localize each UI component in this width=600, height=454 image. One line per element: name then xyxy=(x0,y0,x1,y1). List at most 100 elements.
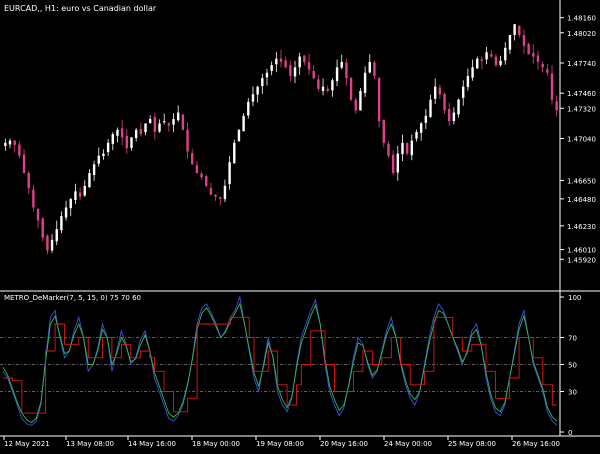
y-tick-label: 1.46010 xyxy=(567,247,596,255)
candle-body xyxy=(522,35,526,46)
candle-body xyxy=(116,129,119,136)
y-tick-label: 1.48020 xyxy=(567,30,596,38)
candle-body xyxy=(88,173,91,188)
y-tick-label: 1.48160 xyxy=(567,15,596,23)
candle-body xyxy=(78,192,82,197)
candle-body xyxy=(340,61,343,68)
candle-body xyxy=(186,129,189,152)
candle-body xyxy=(471,67,474,78)
ind-y-tick-label: 100 xyxy=(568,294,581,302)
candle-body xyxy=(419,123,423,133)
indicator-title: METRO_DeMarker(7, 5, 15, 0) 75 70 60 xyxy=(4,294,141,302)
candle-body xyxy=(387,143,390,156)
candle-body xyxy=(270,65,273,72)
candle-body xyxy=(8,140,12,145)
candle-body xyxy=(499,60,502,66)
candle-body xyxy=(410,140,414,156)
x-tick-label: 24 May 00:00 xyxy=(384,440,432,448)
candle-body xyxy=(148,119,152,124)
candle-body xyxy=(335,67,339,82)
candle-body xyxy=(401,142,404,155)
candle-body xyxy=(261,78,264,87)
candle-body xyxy=(41,218,44,238)
candle-body xyxy=(363,72,367,93)
x-tick-label: 12 May 2021 xyxy=(4,440,50,448)
candle-body xyxy=(13,140,16,145)
candle-body xyxy=(223,185,227,200)
candle-body xyxy=(438,87,442,95)
candle-body xyxy=(92,164,96,175)
candle-body xyxy=(429,99,432,117)
candle-body xyxy=(527,44,530,55)
candle-body xyxy=(83,185,86,196)
candle-body xyxy=(205,176,208,186)
chart-area[interactable]: 1.48160 1.48020 1.47740 1.47460 1.47320 1.470… xyxy=(0,0,600,450)
candle-body xyxy=(504,47,507,61)
candle-body xyxy=(303,55,306,62)
candle-body xyxy=(345,62,348,79)
candle-body xyxy=(22,154,26,173)
candle-body xyxy=(32,189,35,208)
y-tick-label: 1.47320 xyxy=(567,105,596,113)
candle-body xyxy=(284,60,287,68)
y-tick-label: 1.45920 xyxy=(567,256,596,264)
candle-body xyxy=(106,142,110,153)
candle-body xyxy=(532,52,535,57)
candle-body xyxy=(237,129,241,142)
chart-canvas: 1.48160 1.48020 1.47740 1.47460 1.47320 1.470… xyxy=(0,0,600,448)
candle-body xyxy=(275,58,278,65)
candle-body xyxy=(443,93,446,111)
candle-body xyxy=(307,62,311,70)
candle-body xyxy=(546,69,549,73)
candle-body xyxy=(508,34,512,50)
candle-body xyxy=(265,72,269,78)
candle-body xyxy=(60,216,63,231)
candle-body xyxy=(382,119,385,143)
candle-body xyxy=(219,197,222,199)
candle-body xyxy=(448,109,451,122)
candle-body xyxy=(4,142,7,147)
candle-body xyxy=(279,58,283,62)
candle-body xyxy=(120,128,124,138)
candle-body xyxy=(64,207,68,218)
candle-body xyxy=(214,194,217,197)
candle-body xyxy=(144,123,147,133)
candle-body xyxy=(153,116,157,133)
candle-body xyxy=(97,155,100,164)
candle-body xyxy=(373,62,376,76)
candle-body xyxy=(321,86,325,91)
candle-body xyxy=(518,25,521,35)
candle-body xyxy=(167,123,171,126)
ind-y-tick-label: 0 xyxy=(568,429,572,437)
candle-body xyxy=(494,56,498,66)
candle-body xyxy=(36,208,40,221)
candle-body xyxy=(46,235,49,251)
chart-title: EURCAD,, H1: euro vs Canadian dollar xyxy=(4,4,157,13)
candle-body xyxy=(50,239,54,251)
candle-body xyxy=(368,61,371,73)
candle-body xyxy=(209,188,213,195)
candle-body xyxy=(457,99,460,115)
y-tick-label: 1.47040 xyxy=(567,135,596,143)
price-panel xyxy=(4,24,558,255)
y-tick-label: 1.46650 xyxy=(567,178,596,186)
candle-body xyxy=(289,65,292,76)
candle-body xyxy=(377,77,381,122)
candle-body xyxy=(480,59,484,61)
candle-body xyxy=(256,86,259,95)
indicator-panel xyxy=(0,295,560,426)
candle-body xyxy=(476,58,479,69)
candle-body xyxy=(125,135,129,149)
candle-body xyxy=(158,123,161,132)
candle-body xyxy=(354,99,357,111)
x-tick-label: 20 May 16:00 xyxy=(320,440,368,448)
y-tick-label: 1.46480 xyxy=(567,196,596,204)
candle-body xyxy=(462,86,465,98)
indicator-line-mid xyxy=(2,302,558,424)
candle-body xyxy=(177,112,180,121)
candle-body xyxy=(415,132,418,139)
candle-body xyxy=(181,114,185,130)
x-tick-label: 26 May 16:00 xyxy=(512,440,560,448)
x-tick-label: 18 May 00:00 xyxy=(192,440,240,448)
candle-body xyxy=(424,115,428,123)
